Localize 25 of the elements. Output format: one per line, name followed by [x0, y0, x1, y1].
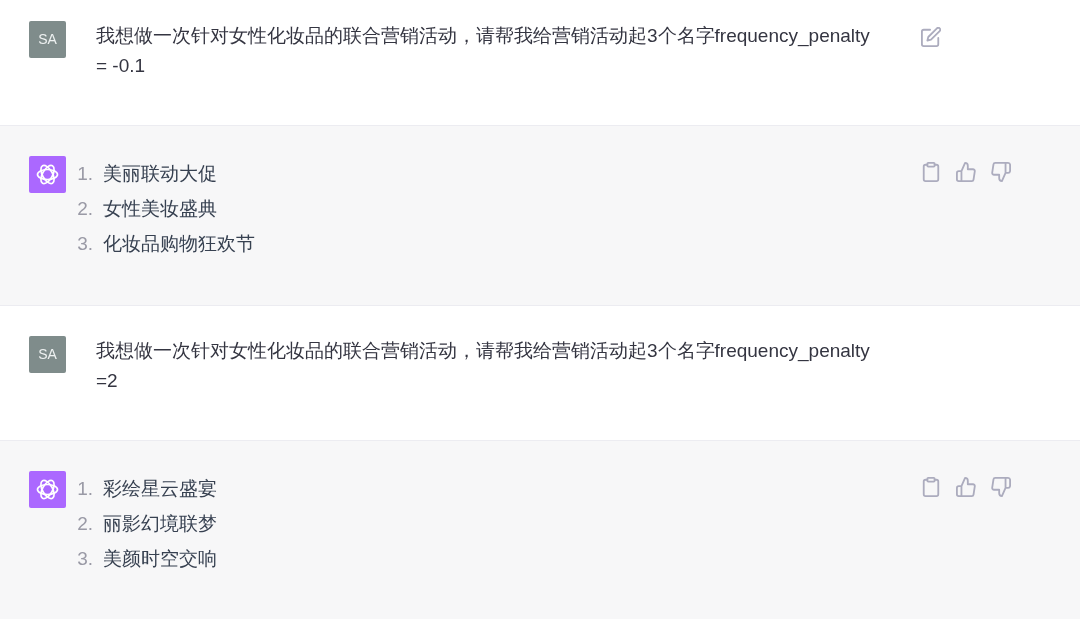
list-item-text: 彩绘星云盛宴 [103, 477, 217, 501]
edit-icon[interactable] [921, 27, 941, 47]
list-item-text: 化妆品购物狂欢节 [103, 232, 255, 256]
message-text: 我想做一次针对女性化妆品的联合营销活动，请帮我给营销活动起3个名字frequency_penalty = -0.1 [96, 24, 871, 78]
list-number: 1. [76, 162, 93, 186]
list-number: 1. [76, 477, 93, 501]
thumbs-up-icon[interactable] [956, 477, 976, 497]
list-item-text: 丽影幻境联梦 [103, 512, 217, 536]
knot-logo-icon [29, 156, 66, 193]
user-avatar: SA [29, 21, 66, 58]
thumbs-down-icon[interactable] [991, 477, 1011, 497]
thumbs-down-icon[interactable] [991, 162, 1011, 182]
clipboard-icon[interactable] [921, 477, 941, 497]
list-number: 3. [76, 232, 93, 256]
knot-logo-icon [29, 471, 66, 508]
list-number: 2. [76, 512, 93, 536]
user-avatar: SA [29, 336, 66, 373]
list-item-text: 美颜时空交响 [103, 547, 217, 571]
message-text: 我想做一次针对女性化妆品的联合营销活动，请帮我给营销活动起3个名字frequency_penalty =2 [96, 339, 871, 393]
list-number: 3. [76, 547, 93, 571]
list-item-text: 美丽联动大促 [103, 162, 217, 186]
clipboard-icon[interactable] [921, 162, 941, 182]
thumbs-up-icon[interactable] [956, 162, 976, 182]
list-item-text: 女性美妆盛典 [103, 197, 217, 221]
list-number: 2. [76, 197, 93, 221]
